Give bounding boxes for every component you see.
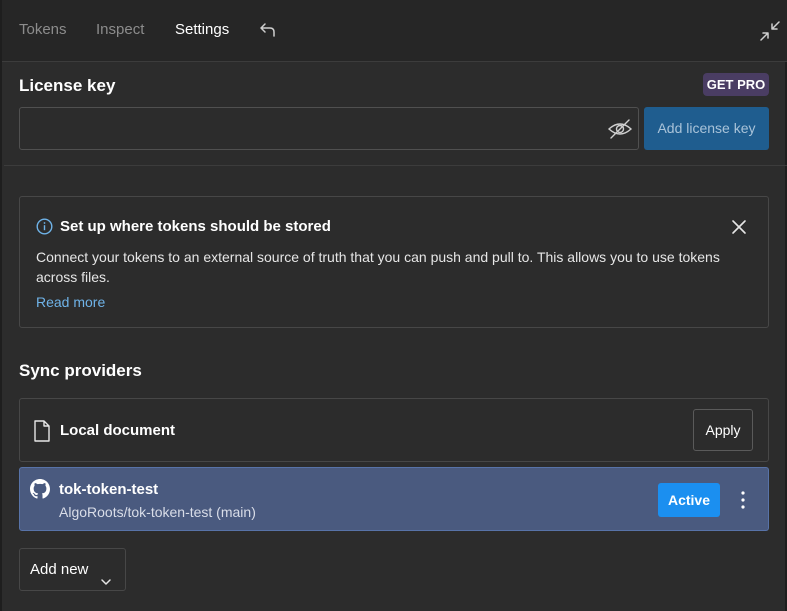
divider <box>4 165 787 166</box>
provider-repo: AlgoRoots/tok-token-test (main) <box>59 504 256 520</box>
tab-settings[interactable]: Settings <box>175 22 229 38</box>
provider-name: Local document <box>60 422 176 439</box>
storage-info-box: Set up where tokens should be stored Con… <box>19 196 769 328</box>
document-icon <box>33 420 51 442</box>
provider-name: tok-token-test <box>59 481 159 498</box>
tab-tokens[interactable]: Tokens <box>19 22 67 38</box>
info-description: Connect your tokens to an external sourc… <box>36 249 720 285</box>
add-license-key-button[interactable]: Add license key <box>644 107 769 150</box>
license-key-input[interactable] <box>19 107 639 150</box>
read-more-link[interactable]: Read more <box>36 294 105 310</box>
settings-panel: Tokens Inspect Settings License key GET … <box>0 0 787 611</box>
info-icon <box>36 218 53 235</box>
add-new-label: Add new <box>30 561 89 578</box>
add-new-button[interactable]: Add new <box>19 548 126 591</box>
info-title: Set up where tokens should be stored <box>60 218 331 235</box>
provider-github[interactable]: tok-token-test AlgoRoots/tok-token-test … <box>19 467 769 531</box>
chevron-down-icon <box>100 563 112 585</box>
tab-inspect[interactable]: Inspect <box>96 22 144 38</box>
active-status-button[interactable]: Active <box>658 483 720 517</box>
eye-off-icon[interactable] <box>607 117 633 141</box>
apply-button[interactable]: Apply <box>693 409 753 451</box>
provider-local-document: Local document Apply <box>19 398 769 462</box>
close-icon[interactable] <box>729 217 749 237</box>
tab-bar: Tokens Inspect Settings <box>2 0 787 62</box>
license-key-title: License key <box>19 76 116 95</box>
sync-providers-title: Sync providers <box>19 361 142 380</box>
get-pro-badge[interactable]: GET PRO <box>703 73 769 96</box>
more-vertical-icon[interactable] <box>732 486 754 514</box>
undo-icon[interactable] <box>258 20 278 40</box>
github-icon <box>30 479 50 499</box>
collapse-icon[interactable] <box>758 19 782 43</box>
